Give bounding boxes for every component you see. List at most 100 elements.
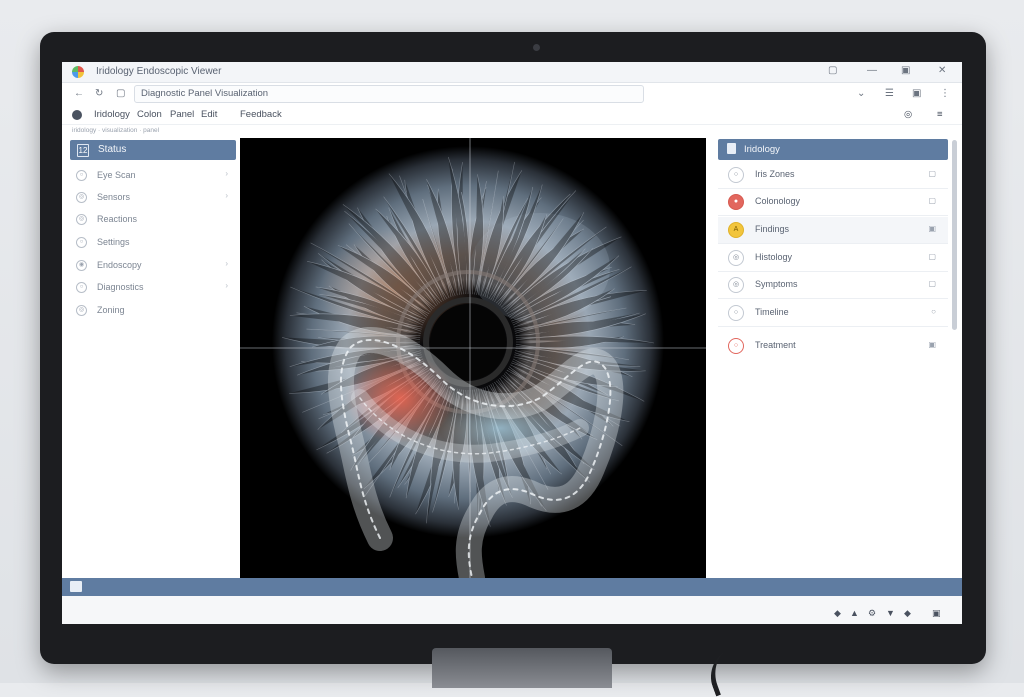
settings-icon: ○ bbox=[76, 237, 87, 248]
webcam bbox=[533, 44, 540, 51]
eye-icon: ○ bbox=[76, 170, 87, 181]
sidebar-item-label: Zoning bbox=[97, 305, 125, 315]
chevron-down-icon[interactable]: ⌄ bbox=[857, 88, 865, 99]
sensor-icon: ◎ bbox=[76, 192, 87, 203]
panel-item-iris-zones[interactable]: ○ Iris Zones ▢ bbox=[718, 162, 948, 189]
title-bar: Iridology Endoscopic Viewer ▢ — ▣ ✕ bbox=[62, 62, 962, 83]
url-field[interactable]: Diagnostic Panel Visualization bbox=[134, 85, 644, 103]
iris-colon-image bbox=[240, 138, 706, 586]
sidebar-item-label: Reactions bbox=[97, 214, 138, 224]
tray-alert-icon[interactable]: ▲ bbox=[850, 608, 859, 618]
sidebar-item-settings[interactable]: ○ Settings bbox=[70, 232, 236, 252]
endoscope-icon: ◉ bbox=[76, 260, 87, 271]
right-panel-header[interactable]: Iridology bbox=[718, 139, 948, 160]
app-menu-icon[interactable] bbox=[72, 110, 82, 120]
diagnostics-icon: ○ bbox=[76, 282, 87, 293]
panel-item-symptoms[interactable]: ◎ Symptoms ▢ bbox=[718, 272, 948, 299]
sidebar-item-label: Settings bbox=[97, 237, 130, 247]
menu-panel[interactable]: Panel bbox=[170, 109, 194, 120]
minimize-icon[interactable]: — bbox=[867, 65, 877, 76]
app-window: Iridology Endoscopic Viewer ▢ — ▣ ✕ ← ↻ … bbox=[62, 62, 962, 624]
iris-zones-icon: ○ bbox=[728, 167, 744, 183]
panel-item-label: Symptoms bbox=[755, 279, 798, 289]
panel-item-label: Timeline bbox=[755, 307, 789, 317]
menu-bar: Iridology Colon Panel Edit Feedback ◎ ≡ bbox=[62, 106, 962, 125]
calendar-icon: 12 bbox=[77, 144, 89, 157]
checkbox-icon[interactable]: ▢ bbox=[928, 196, 936, 205]
panel-item-label: Treatment bbox=[755, 340, 796, 350]
sidebar-item-label: Endoscopy bbox=[97, 260, 142, 270]
histology-icon: ◎ bbox=[728, 250, 744, 266]
right-panel-title: Iridology bbox=[744, 144, 780, 155]
reaction-icon: ◎ bbox=[76, 214, 87, 225]
chevron-right-icon: › bbox=[225, 281, 228, 290]
panel-item-treatment[interactable]: ○ Treatment ▣ bbox=[718, 333, 948, 359]
folder-icon[interactable] bbox=[70, 581, 82, 592]
panel-item-label: Histology bbox=[755, 252, 793, 262]
restore-icon[interactable]: ▢ bbox=[828, 65, 837, 76]
checkbox-icon[interactable]: ▢ bbox=[928, 252, 936, 261]
sidebar-item-endoscopy[interactable]: ◉ Endoscopy › bbox=[70, 255, 236, 275]
sidebar-item-label: Diagnostics bbox=[97, 282, 144, 292]
tray-battery-icon[interactable]: ◆ bbox=[904, 608, 911, 619]
findings-icon: A bbox=[728, 222, 744, 238]
document-icon bbox=[727, 143, 736, 154]
timeline-icon: ○ bbox=[728, 305, 744, 321]
colonology-icon: ● bbox=[728, 194, 744, 210]
menu-feedback[interactable]: Feedback bbox=[240, 109, 282, 120]
panel-item-findings[interactable]: A Findings ▣ bbox=[718, 217, 948, 244]
window-title: Iridology Endoscopic Viewer bbox=[96, 66, 222, 77]
image-viewer[interactable] bbox=[240, 138, 706, 586]
chevron-right-icon: › bbox=[225, 259, 228, 268]
tray-settings-icon[interactable]: ⚙ bbox=[868, 608, 876, 619]
panel-item-colonology[interactable]: ● Colonology ▢ bbox=[718, 189, 948, 216]
panel-item-label: Findings bbox=[755, 224, 790, 234]
app-logo-icon bbox=[72, 66, 84, 78]
sidebar-item-sensors[interactable]: ◎ Sensors › bbox=[70, 187, 236, 207]
menu-edit[interactable]: Edit bbox=[201, 109, 217, 120]
treatment-icon: ○ bbox=[728, 338, 744, 354]
panel-item-label: Colonology bbox=[755, 196, 801, 206]
lock-icon[interactable]: ▣ bbox=[928, 340, 936, 349]
sidebar-item-label: Sensors bbox=[97, 192, 131, 202]
reload-icon[interactable]: ↻ bbox=[95, 88, 103, 99]
panel-item-timeline[interactable]: ○ Timeline ○ bbox=[718, 300, 948, 327]
right-panel-scrollbar[interactable] bbox=[952, 140, 957, 330]
tray-volume-icon[interactable]: ▼ bbox=[886, 608, 895, 618]
more-icon[interactable]: ⋮ bbox=[940, 88, 950, 99]
sidebar-header-label: Status bbox=[98, 144, 127, 155]
symptoms-icon: ◎ bbox=[728, 277, 744, 293]
menu-colon[interactable]: Colon bbox=[137, 109, 162, 120]
menu-iridology[interactable]: Iridology bbox=[94, 109, 130, 120]
list-icon[interactable]: ≡ bbox=[937, 109, 943, 120]
lock-icon[interactable]: ▣ bbox=[928, 224, 936, 233]
sidebar-item-eye-scan[interactable]: ○ Eye Scan › bbox=[70, 165, 236, 185]
home-icon[interactable]: ▢ bbox=[116, 88, 125, 99]
taskbar: ◆ ▲ ⚙ ▼ ◆ ▣ bbox=[62, 596, 962, 624]
sidebar-item-reactions[interactable]: ◎ Reactions bbox=[70, 209, 236, 229]
chevron-right-icon: › bbox=[225, 191, 228, 200]
tray-notification-icon[interactable]: ▣ bbox=[932, 608, 941, 619]
chevron-right-icon: › bbox=[225, 169, 228, 178]
panel-item-histology[interactable]: ◎ Histology ▢ bbox=[718, 245, 948, 272]
sidebar-item-zoning[interactable]: ◎ Zoning bbox=[70, 300, 236, 320]
maximize-icon[interactable]: ▣ bbox=[901, 65, 910, 76]
tray-wifi-icon[interactable]: ◆ bbox=[834, 608, 841, 619]
back-arrow-icon[interactable]: ← bbox=[74, 88, 84, 99]
sidebar-item-diagnostics[interactable]: ○ Diagnostics › bbox=[70, 277, 236, 297]
radio-icon[interactable]: ○ bbox=[931, 307, 936, 316]
sidebar-header[interactable]: 12 Status bbox=[70, 140, 236, 160]
sidebar-item-label: Eye Scan bbox=[97, 170, 136, 180]
breadcrumb: iridology · visualization · panel bbox=[72, 127, 160, 134]
address-bar: ← ↻ ▢ Diagnostic Panel Visualization ⌄ ☰… bbox=[62, 83, 962, 105]
status-bar bbox=[62, 578, 962, 596]
zoning-icon: ◎ bbox=[76, 305, 87, 316]
extension-icon[interactable]: ▣ bbox=[912, 88, 921, 99]
checkbox-icon[interactable]: ▢ bbox=[928, 169, 936, 178]
menu-icon[interactable]: ☰ bbox=[885, 88, 894, 99]
close-icon[interactable]: ✕ bbox=[938, 65, 946, 76]
target-icon[interactable]: ◎ bbox=[904, 109, 912, 120]
panel-item-label: Iris Zones bbox=[755, 169, 795, 179]
checkbox-icon[interactable]: ▢ bbox=[928, 279, 936, 288]
url-text: Diagnostic Panel Visualization bbox=[141, 88, 269, 99]
